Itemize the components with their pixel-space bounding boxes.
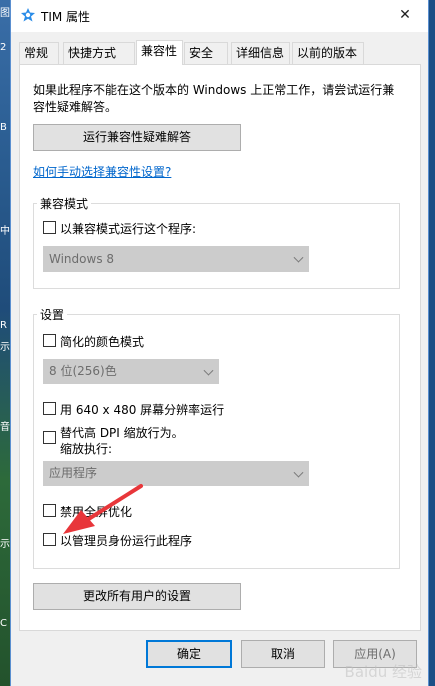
checkbox-square	[43, 402, 56, 415]
tab-label: 兼容性	[141, 44, 178, 58]
tab-label: 以前的版本	[297, 46, 358, 60]
tab-label: 常规	[24, 46, 49, 60]
settings-group-label: 设置	[37, 306, 68, 323]
checkbox-label: 简化的颜色模式	[60, 335, 145, 349]
desktop-edge-char: C	[0, 618, 7, 629]
checkbox-label: 替代高 DPI 缩放行为。 缩放执行:	[60, 425, 184, 457]
os-version-select[interactable]: Windows 8	[43, 246, 309, 272]
tab-details[interactable]: 详细信息	[231, 42, 290, 64]
desktop-edge-char: R	[0, 320, 7, 331]
desktop-edge-char: B	[0, 122, 7, 133]
select-value: 8 位(256)色	[49, 364, 117, 378]
chevron-down-icon	[203, 365, 214, 376]
checkbox-label: 以兼容模式运行这个程序:	[60, 222, 197, 236]
dpi-label-line: 缩放执行:	[60, 442, 113, 456]
select-value: Windows 8	[49, 252, 115, 266]
checkbox-square	[43, 221, 56, 234]
color-mode-select[interactable]: 8 位(256)色	[43, 359, 219, 384]
checkbox-square	[43, 334, 56, 347]
intro-line: 如果此程序不能在这个版本的 Windows 上正常工作，请尝试运行兼	[33, 83, 395, 97]
compatibility-intro: 如果此程序不能在这个版本的 Windows 上正常工作，请尝试运行兼 容性疑难解…	[33, 82, 413, 116]
select-value: 应用程序	[49, 466, 98, 480]
resolution-640-checkbox[interactable]: 用 640 x 480 屏幕分辨率运行	[43, 401, 224, 418]
tab-label: 快捷方式	[68, 46, 117, 60]
desktop-edge-char: 图	[0, 8, 10, 19]
tab-security[interactable]: 安全	[184, 42, 228, 64]
tim-app-icon	[21, 8, 35, 22]
dpi-label-line: 替代高 DPI 缩放行为。	[60, 426, 184, 440]
properties-dialog: TIM 属性 ✕ 常规 快捷方式 兼容性 安全 详细信息 以前的版本 如果此程序…	[10, 0, 429, 686]
checkbox-square	[43, 431, 56, 444]
desktop-edge-char: 示	[0, 342, 10, 353]
title-bar[interactable]: TIM 属性 ✕	[11, 0, 428, 32]
tab-label: 安全	[189, 46, 214, 60]
run-troubleshooter-button[interactable]: 运行兼容性疑难解答	[33, 124, 241, 151]
baidu-watermark: Baidu 经验	[344, 663, 422, 681]
desktop-background-left: 图 2 B 中 R 示 音 示 C	[0, 0, 10, 686]
chevron-down-icon	[293, 252, 304, 263]
desktop-edge-char: 音	[0, 422, 10, 433]
desktop-background-right	[429, 0, 435, 686]
chevron-down-icon	[293, 467, 304, 478]
button-label: 运行兼容性疑难解答	[82, 130, 191, 144]
manual-settings-link[interactable]: 如何手动选择兼容性设置?	[33, 163, 171, 180]
desktop-edge-char: 中	[0, 226, 10, 237]
tab-label: 详细信息	[236, 46, 285, 60]
tab-previous-versions[interactable]: 以前的版本	[292, 42, 364, 64]
red-arrow-icon	[63, 484, 143, 534]
close-icon: ✕	[399, 7, 411, 23]
button-label: 更改所有用户的设置	[82, 589, 191, 603]
compat-mode-group-label: 兼容模式	[37, 195, 92, 212]
reduced-color-checkbox[interactable]: 简化的颜色模式	[43, 333, 144, 350]
button-label: 确定	[176, 647, 201, 661]
desktop-edge-char: 示	[0, 539, 10, 550]
intro-line: 容性疑难解答。	[33, 100, 118, 114]
close-button[interactable]: ✕	[382, 0, 428, 30]
high-dpi-override-checkbox[interactable]: 替代高 DPI 缩放行为。 缩放执行:	[43, 425, 184, 457]
cancel-button[interactable]: 取消	[241, 640, 325, 668]
tab-shortcut[interactable]: 快捷方式	[63, 42, 135, 64]
tab-compatibility[interactable]: 兼容性	[136, 40, 183, 65]
window-title: TIM 属性	[41, 10, 91, 24]
change-all-users-button[interactable]: 更改所有用户的设置	[33, 583, 241, 610]
button-label: 应用(A)	[354, 647, 396, 661]
desktop-edge-char: 2	[0, 42, 7, 53]
checkbox-square	[43, 504, 56, 517]
checkbox-label: 用 640 x 480 屏幕分辨率运行	[60, 403, 225, 417]
tab-general[interactable]: 常规	[19, 42, 59, 64]
ok-button[interactable]: 确定	[146, 640, 232, 668]
button-label: 取消	[270, 647, 295, 661]
compat-mode-checkbox[interactable]: 以兼容模式运行这个程序:	[43, 220, 196, 237]
checkbox-square	[43, 533, 56, 546]
